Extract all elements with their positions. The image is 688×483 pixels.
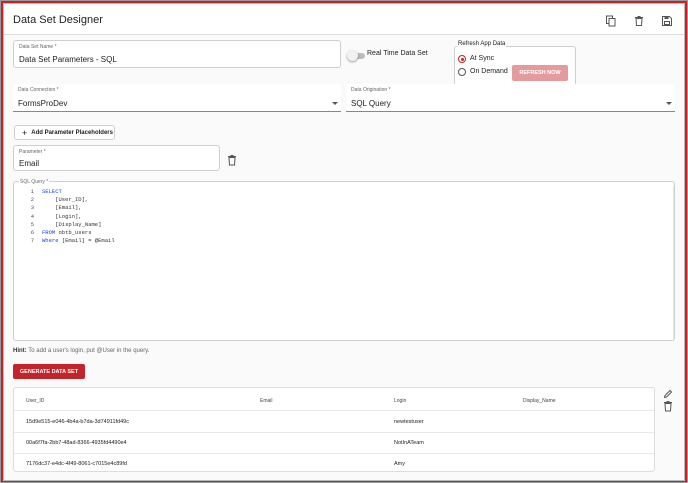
- line-number: 7: [30, 237, 34, 245]
- sql-keyword: SELECT: [42, 188, 62, 195]
- data-connection-underline: [13, 111, 341, 112]
- sql-query-label: SQL Query *: [19, 179, 50, 185]
- hint-text: Hint: To add a user's login, put @User i…: [13, 348, 149, 354]
- refresh-legend: Refresh App Data: [457, 41, 507, 47]
- copy-icon[interactable]: [605, 14, 617, 27]
- code-text[interactable]: [Login],: [42, 212, 82, 221]
- data-connection-label: Data Connection *: [18, 87, 59, 93]
- cell-user-id: 00a6f7fa-2bb7-48ad-8366-4935fd4490e4: [26, 440, 127, 446]
- add-parameter-placeholders-button[interactable]: + Add Parameter Placeholders: [14, 125, 115, 140]
- radio-on-demand[interactable]: [458, 68, 466, 76]
- chevron-down-icon: [332, 102, 338, 105]
- plus-icon: +: [22, 127, 28, 138]
- cell-user-id: 7176dc37-e4dc-4f49-8061-c7015e4c89fd: [26, 461, 127, 467]
- code-line[interactable]: 1 SELECT: [14, 188, 674, 196]
- designer-panel: Data Set Designer Data Set Name * Data S…: [3, 3, 685, 481]
- parameter-label: Parameter *: [19, 149, 46, 155]
- code-text[interactable]: [User_ID],: [42, 196, 88, 204]
- data-origination-select[interactable]: Data Origination * SQL Query: [346, 84, 675, 112]
- line-number: 1: [30, 188, 34, 195]
- parameter-value[interactable]: Email: [19, 159, 39, 168]
- generate-data-set-button[interactable]: GENERATE DATA SET: [13, 364, 85, 379]
- code-text[interactable]: [Email],: [42, 204, 82, 212]
- radio-on-demand-label: On Demand: [470, 68, 508, 75]
- sql-token: [Email] = @Email: [58, 237, 115, 245]
- hint-body: To add a user's login, put @User in the …: [26, 348, 150, 354]
- code-text[interactable]: FROM obtb_users: [42, 229, 92, 237]
- refresh-now-button[interactable]: REFRESH NOW: [512, 65, 568, 81]
- sql-keyword: Where: [42, 237, 59, 245]
- sql-query-editor[interactable]: SQL Query * 1 SELECT 2 [User_ID], 3 [Email]…: [13, 179, 677, 341]
- data-origination-value: SQL Query: [351, 99, 391, 108]
- sql-token: [Email],: [42, 204, 82, 212]
- line-number: 6: [30, 229, 34, 236]
- sql-keyword: FROM: [42, 229, 56, 236]
- editor-scrollbar[interactable]: [673, 186, 677, 340]
- data-connection-select[interactable]: Data Connection * FormsProDev: [13, 84, 341, 112]
- page-title: Data Set Designer: [13, 14, 103, 26]
- line-number: 3: [30, 204, 34, 212]
- add-parameter-placeholders-label: Add Parameter Placeholders: [31, 129, 113, 136]
- data-set-name-label: Data Set Name *: [19, 44, 57, 50]
- column-header[interactable]: User_ID: [26, 398, 44, 404]
- code-text[interactable]: Where [Email] = @Email: [42, 237, 115, 245]
- results-table: User_ID Email Login Display_Name 15d9e51…: [13, 387, 655, 472]
- data-origination-underline: [346, 111, 675, 112]
- divider: [14, 453, 654, 454]
- divider: [14, 410, 654, 411]
- sql-token: obtb_users: [55, 229, 92, 236]
- data-set-name-field[interactable]: Data Set Name * Data Set Parameters - SQ…: [13, 40, 341, 68]
- save-icon[interactable]: [661, 14, 673, 26]
- cell-user-id: 15d9e515-e046-4b4a-b7da-3d74911fd49c: [26, 419, 129, 425]
- line-number: 2: [30, 196, 34, 204]
- data-set-name-value[interactable]: Data Set Parameters - SQL: [19, 55, 117, 64]
- divider: [14, 432, 654, 433]
- code-text[interactable]: [Display_Name]: [42, 221, 101, 229]
- data-origination-label: Data Origination *: [351, 87, 391, 93]
- code-line[interactable]: 5 [Display_Name]: [14, 221, 674, 229]
- column-header[interactable]: Email: [260, 398, 273, 404]
- sql-token: [User_ID],: [42, 196, 89, 204]
- parameter-field[interactable]: Parameter * Email: [13, 145, 220, 171]
- header-bar: Data Set Designer: [4, 4, 684, 35]
- radio-at-sync[interactable]: [458, 55, 466, 63]
- sql-token: [Display_Name]: [42, 220, 102, 228]
- line-number: 5: [30, 220, 34, 228]
- sql-token: [Login],: [42, 212, 82, 220]
- cell-login: Amy: [394, 461, 405, 467]
- code-line[interactable]: 4 [Login],: [14, 213, 674, 221]
- line-number: 4: [30, 212, 34, 220]
- code-line[interactable]: 2 [User_ID],: [14, 196, 674, 204]
- real-time-label: Real Time Data Set: [367, 50, 428, 57]
- chevron-down-icon: [666, 102, 672, 105]
- column-header[interactable]: Login: [394, 398, 406, 404]
- trash-icon[interactable]: [227, 153, 237, 171]
- column-header[interactable]: Display_Name: [523, 398, 556, 404]
- code-line[interactable]: 3 [Email],: [14, 204, 674, 212]
- code-line[interactable]: 7 Where [Email] = @Email: [14, 237, 674, 245]
- real-time-toggle-knob[interactable]: [347, 50, 358, 61]
- trash-icon[interactable]: [663, 399, 673, 417]
- data-connection-value: FormsProDev: [18, 99, 68, 108]
- code-text[interactable]: SELECT: [42, 188, 62, 196]
- cell-login: NotInATeam: [394, 440, 424, 446]
- trash-icon[interactable]: [633, 14, 645, 26]
- cell-login: newtestuser: [394, 419, 424, 425]
- code-line[interactable]: 6 FROM obtb_users: [14, 229, 674, 237]
- hint-label: Hint:: [13, 348, 27, 354]
- radio-at-sync-label: At Sync: [470, 55, 495, 62]
